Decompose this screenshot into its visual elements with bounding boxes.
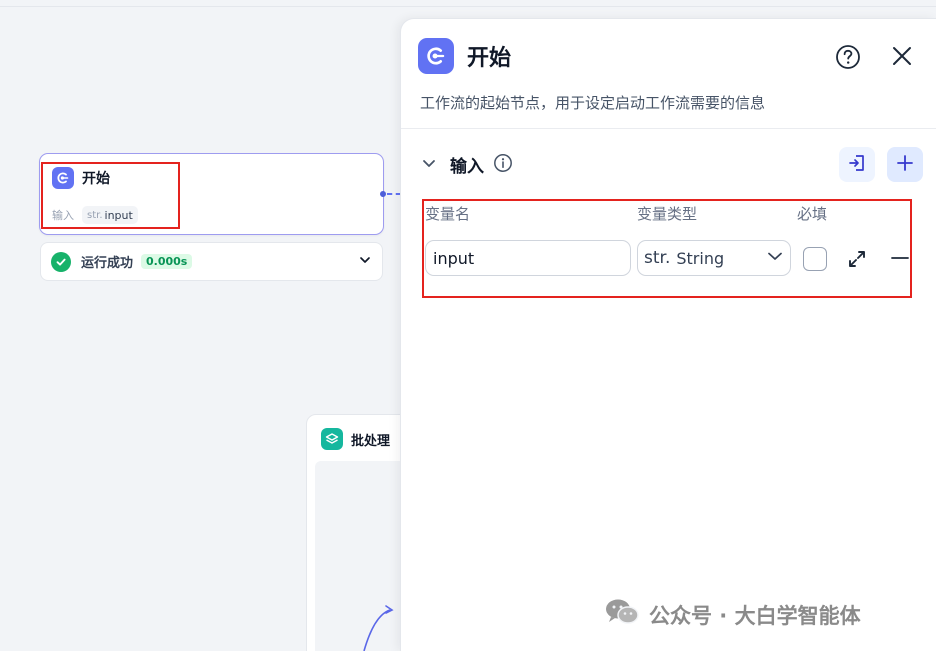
watermark: 公众号 · 大白学智能体	[605, 598, 861, 631]
canvas-top-border	[0, 6, 936, 7]
panel-header: 开始	[418, 38, 511, 74]
watermark-text: 公众号 · 大白学智能体	[649, 603, 861, 628]
batch-node-title: 批处理	[351, 433, 391, 449]
add-variable-button[interactable]	[887, 147, 923, 182]
run-duration-badge: 0.000s	[141, 254, 193, 269]
check-circle-icon	[51, 251, 71, 272]
import-variables-button[interactable]	[839, 147, 875, 182]
node-output-handle[interactable]	[380, 191, 386, 197]
inputs-section-title: 输入	[450, 157, 484, 177]
chevron-down-icon[interactable]	[358, 252, 372, 271]
highlight-box-node	[41, 162, 180, 229]
help-circle-icon[interactable]	[835, 44, 861, 74]
node-settings-panel: 开始 工作流的起始节点，用于设定启动工作流需要的信息 输入 变量名 变量类型 必…	[400, 18, 936, 651]
plus-icon	[896, 154, 914, 176]
import-icon	[847, 153, 867, 177]
highlight-box-variable-row	[422, 199, 912, 298]
inputs-section-toggle[interactable]: 输入	[421, 152, 513, 177]
info-icon[interactable]	[493, 153, 513, 177]
close-icon[interactable]	[891, 45, 913, 71]
wechat-icon	[605, 598, 639, 631]
layers-icon	[321, 428, 343, 450]
run-status-label: 运行成功	[81, 256, 134, 271]
start-node-icon	[418, 38, 454, 74]
connection-edge	[387, 193, 401, 195]
chevron-down-icon	[421, 155, 437, 175]
run-status-bar[interactable]: 运行成功 0.000s	[40, 242, 383, 281]
batch-node-header: 批处理	[321, 428, 390, 450]
panel-divider	[401, 128, 936, 129]
panel-title[interactable]: 开始	[467, 40, 511, 72]
panel-description: 工作流的起始节点，用于设定启动工作流需要的信息	[420, 94, 766, 112]
